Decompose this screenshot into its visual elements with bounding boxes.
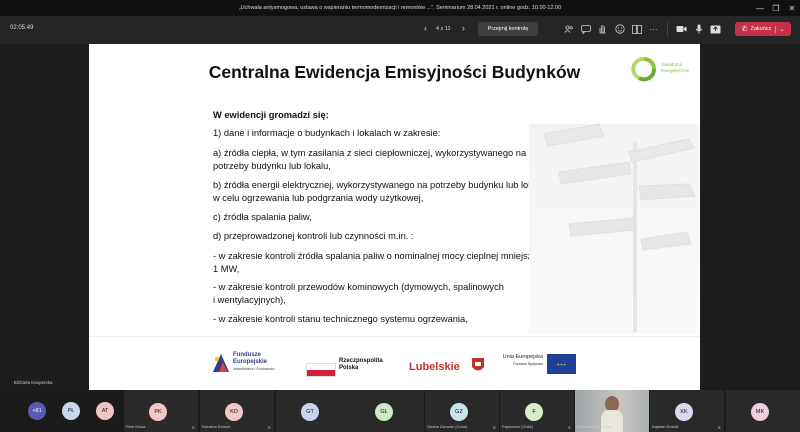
people-icon[interactable] <box>560 22 577 36</box>
more-icon[interactable]: ··· <box>645 22 662 36</box>
participant-tile[interactable]: GZ Gmina Zamość (Gość) ✕ <box>425 390 499 432</box>
eu-funds-icon <box>213 354 229 372</box>
avatar[interactable]: AT <box>96 402 114 420</box>
content-line: - w zakresie kontroli przewodów kominowy… <box>213 282 504 292</box>
page-indicator: 4 z 11 <box>436 26 451 32</box>
avatar: F <box>525 403 543 421</box>
divider <box>89 336 700 337</box>
next-slide-button[interactable]: › <box>462 23 465 33</box>
participant-strip: +81 PŁ AT PK Piotr Kicka ✕ KD Karolina D… <box>0 390 800 432</box>
rp-line2: Polska <box>339 365 359 371</box>
funding-logos: Fundusze Europejskie Infrastruktura i Śr… <box>89 346 700 386</box>
content-line: b) źródła energii elektrycznej, wykorzys… <box>213 180 546 190</box>
rp-line1: Rzeczpospolita <box>339 358 383 364</box>
polish-flag-icon <box>306 363 336 377</box>
take-control-button[interactable]: Przejmij kontrolę <box>478 22 538 36</box>
participant-name: Karolina Dmuch <box>202 424 231 429</box>
meeting-toolbar: 02:05:49 ‹ 4 z 11 › Przejmij kontrolę ··… <box>0 16 800 44</box>
avatar: PK <box>149 403 167 421</box>
lubelskie-text: Lubelskie <box>409 361 460 373</box>
meeting-timer: 02:05:49 <box>10 25 34 31</box>
participant-name: Elżbieta Kacperska <box>577 424 612 429</box>
mic-muted-icon: ✕ <box>492 425 496 430</box>
participant-name: Gmina Zamość (Gość) <box>427 424 468 429</box>
signpost-illustration <box>529 123 699 334</box>
content-heading: W ewidencji gromadzi się: <box>213 110 329 120</box>
participant-tile[interactable]: KD Karolina Dmuch ✕ <box>200 390 274 432</box>
hand-raise-icon[interactable] <box>594 22 611 36</box>
content-line: d) przeprowadzonej kontroli lub czynnośc… <box>213 231 414 241</box>
avatar: GT <box>301 403 319 421</box>
reactions-icon[interactable] <box>611 22 628 36</box>
content-line: i wentylacyjnych), <box>213 295 286 305</box>
participant-tile[interactable]: GT <box>276 390 350 432</box>
avatar: KD <box>225 403 243 421</box>
participant-tile[interactable]: PK Piotr Kicka ✕ <box>124 390 198 432</box>
eu-funds-line2: Europejskie <box>233 359 268 365</box>
participant-name: Kajetan Kościk <box>652 424 679 429</box>
avatar: MK <box>751 403 769 421</box>
phone-icon: ✆ <box>741 26 748 33</box>
content-line: - w zakresie kontroli stanu technicznego… <box>213 314 468 324</box>
rooms-icon[interactable] <box>628 22 645 36</box>
participant-tile[interactable]: GL <box>350 390 424 432</box>
avatar: GZ <box>450 403 468 421</box>
presentation-slide: Centralna Ewidencja Emisyjności Budynków… <box>89 44 700 390</box>
mic-icon[interactable] <box>690 22 707 36</box>
ue-line2: Fundusz Spójności <box>513 362 543 366</box>
leave-button[interactable]: ✆ Zakończ ⌄ <box>735 22 791 36</box>
content-line: - w zakresie kontroli źródła spalania pa… <box>213 251 555 261</box>
lubelskie-crest-icon <box>472 358 484 371</box>
window-controls: — ❐ ✕ <box>752 0 800 16</box>
window-title: „Uchwała antysmogowa, ustawa o wspierani… <box>238 5 562 11</box>
participant-tile[interactable]: MK <box>726 390 800 432</box>
content-line: 1 MW, <box>213 264 240 274</box>
minimize-button[interactable]: — <box>752 4 768 13</box>
participant-video-tile[interactable]: Elżbieta Kacperska <box>575 390 649 432</box>
mic-muted-icon: ✕ <box>267 425 271 430</box>
more-participants-badge[interactable]: +81 <box>28 402 46 420</box>
avatar: GL <box>375 403 393 421</box>
toolbar-divider <box>667 22 668 36</box>
participant-tile[interactable]: F Fajdowice (Gość) ✕ <box>500 390 574 432</box>
close-button[interactable]: ✕ <box>784 4 800 13</box>
eu-funds-line3: Infrastruktura i Środowisko <box>233 367 275 371</box>
shared-screen: Centralna Ewidencja Emisyjności Budynków… <box>0 44 800 390</box>
toolbar-icons: ··· <box>560 22 724 36</box>
content-line: potrzeby budynku lub lokalu, <box>213 161 331 171</box>
content-line: c) źródła spalania paliw, <box>213 212 312 222</box>
participant-name: Fajdowice (Gość) <box>502 424 534 429</box>
chat-icon[interactable] <box>577 22 594 36</box>
logo: Świadoma energetycznie <box>631 54 691 84</box>
participant-name: Piotr Kicka <box>126 424 146 429</box>
mic-muted-icon: ✕ <box>567 425 571 430</box>
mic-muted-icon: ✕ <box>717 425 721 430</box>
camera-icon[interactable] <box>673 22 690 36</box>
share-icon[interactable] <box>707 22 724 36</box>
participant-tile[interactable]: KK Kajetan Kościk ✕ <box>650 390 724 432</box>
maximize-button[interactable]: ❐ <box>768 4 784 13</box>
mic-muted-icon: ✕ <box>191 425 195 430</box>
swirl-logo-icon <box>631 57 656 82</box>
avatar[interactable]: PŁ <box>62 402 80 420</box>
previous-slide-button[interactable]: ‹ <box>424 23 427 33</box>
slide-title: Centralna Ewidencja Emisyjności Budynków <box>208 62 581 82</box>
avatar: KK <box>675 403 693 421</box>
chevron-down-icon[interactable]: ⌄ <box>775 25 784 33</box>
content-line: 1) dane i informacje o budynkach i lokal… <box>213 128 441 138</box>
logo-text: Świadoma energetycznie <box>661 62 690 73</box>
content-line: w celu ogrzewania lub podgrzania wody uż… <box>213 193 424 203</box>
leave-label: Zakończ <box>750 26 772 32</box>
window-title-bar: „Uchwała antysmogowa, ustawa o wspierani… <box>0 0 800 16</box>
eu-flag-icon: ✦✦✦ <box>547 354 576 374</box>
presenter-label: Elżbieta Kacperska <box>14 380 53 385</box>
ue-line1: Unia Europejska <box>502 354 543 360</box>
eu-funds-line1: Fundusze <box>233 352 261 358</box>
